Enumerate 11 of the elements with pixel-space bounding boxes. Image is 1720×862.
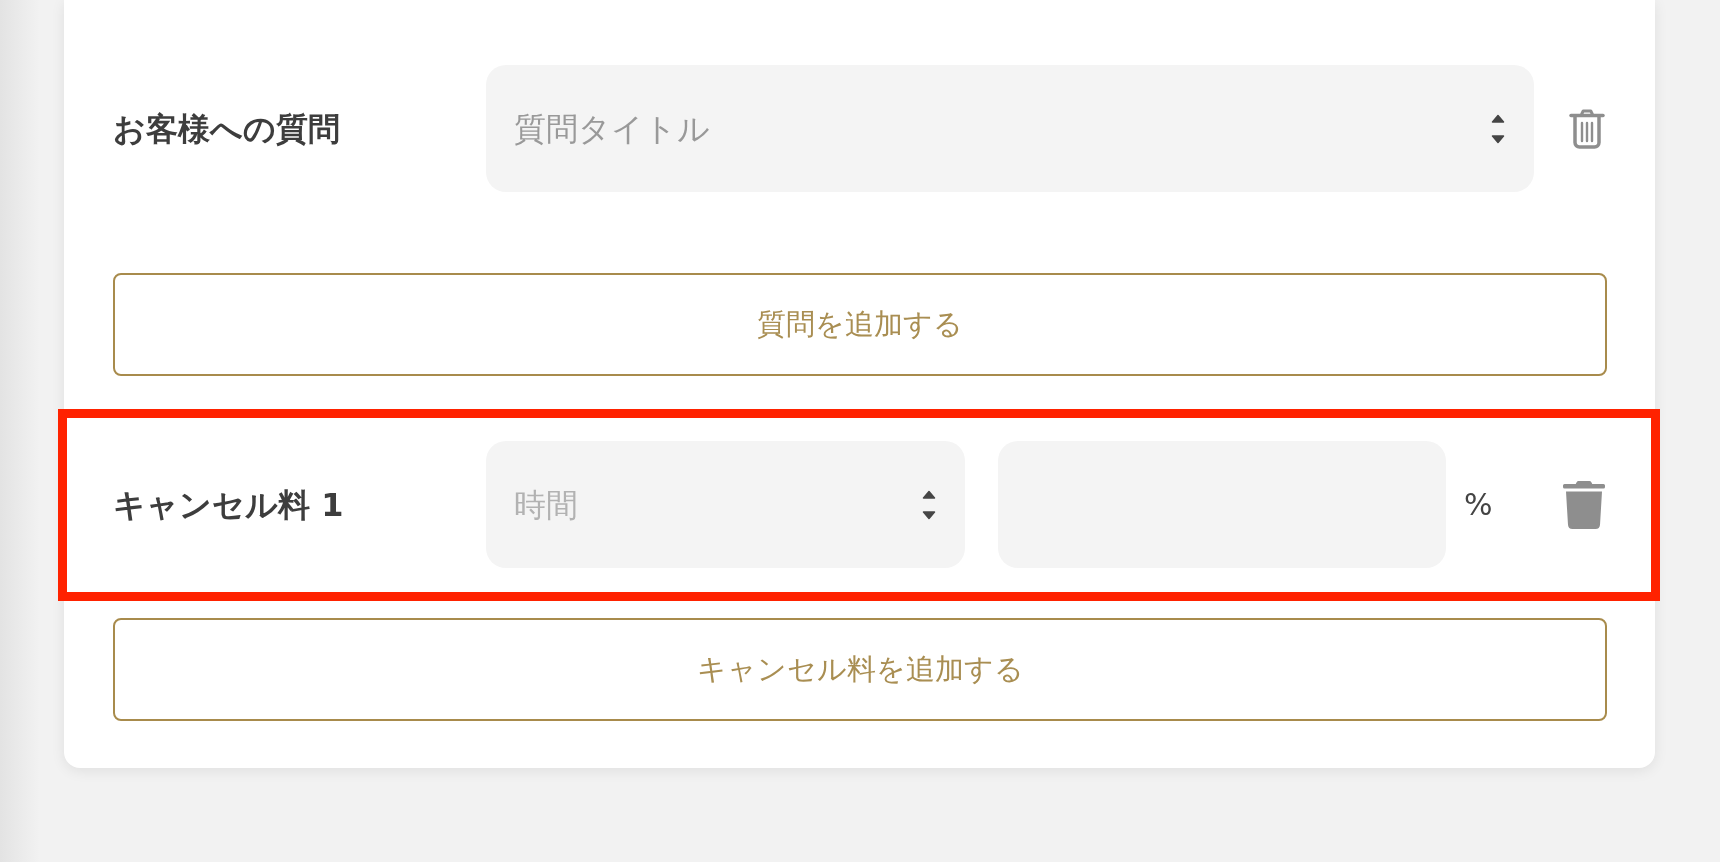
question-title-select[interactable]: 質問タイトル: [486, 65, 1534, 192]
time-select[interactable]: 時間: [486, 441, 965, 568]
trash-icon[interactable]: [1563, 480, 1605, 529]
question-label: お客様への質問: [113, 112, 341, 145]
percent-unit: %: [1464, 489, 1493, 520]
cancel-fee-label: キャンセル料 1: [113, 488, 345, 521]
sort-caret-icon: [1491, 113, 1505, 144]
add-cancel-fee-button[interactable]: キャンセル料を追加する: [113, 618, 1607, 721]
trash-icon[interactable]: [1569, 108, 1605, 149]
add-question-button[interactable]: 質問を追加する: [113, 273, 1607, 376]
sort-caret-icon: [922, 489, 936, 520]
